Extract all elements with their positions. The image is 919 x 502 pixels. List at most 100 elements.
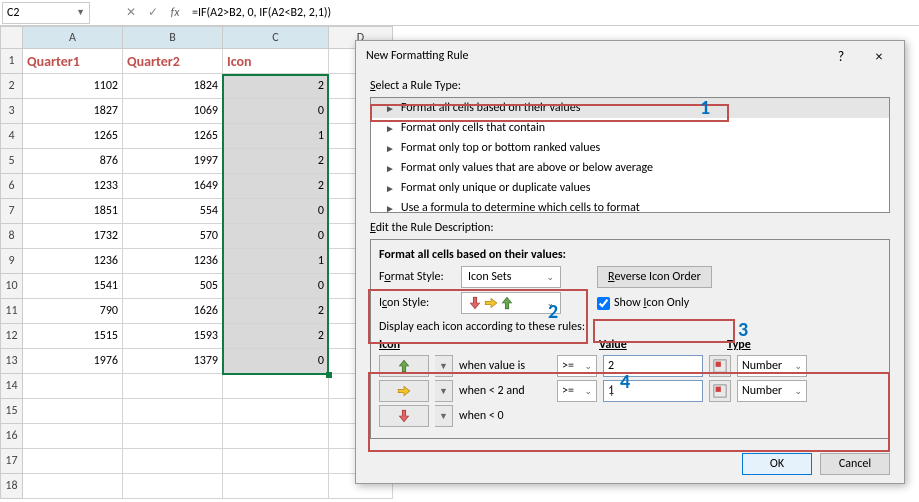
cell-C11[interactable]: 2 — [223, 299, 329, 324]
cell-B17[interactable] — [123, 449, 223, 474]
icon-picker-chevron-2[interactable]: ▼ — [435, 405, 453, 427]
cell-A5[interactable]: 876 — [23, 149, 123, 174]
dialog-titlebar[interactable]: New Formatting Rule ? × — [356, 41, 904, 71]
rule-type-item-2[interactable]: ►Format only top or bottom ranked values — [371, 138, 889, 158]
cell-C7[interactable]: 0 — [223, 199, 329, 224]
value-input-0[interactable]: 2 — [603, 355, 703, 377]
rule-type-item-4[interactable]: ►Format only unique or duplicate values — [371, 178, 889, 198]
cell-A12[interactable]: 1515 — [23, 324, 123, 349]
rule-type-item-3[interactable]: ►Format only values that are above or be… — [371, 158, 889, 178]
cell-C1[interactable]: Icon — [223, 49, 329, 74]
fill-handle[interactable] — [326, 372, 332, 378]
cell-A4[interactable]: 1265 — [23, 124, 123, 149]
row-header-1[interactable]: 1 — [1, 49, 23, 74]
range-picker-icon-1[interactable] — [709, 380, 731, 402]
row-header-18[interactable]: 18 — [1, 474, 23, 499]
range-picker-icon-0[interactable] — [709, 355, 731, 377]
cell-B6[interactable]: 1649 — [123, 174, 223, 199]
cell-B9[interactable]: 1236 — [123, 249, 223, 274]
cell-A6[interactable]: 1233 — [23, 174, 123, 199]
formula-input[interactable]: =IF(A2>B2, 0, IF(A2<B2, 2,1)) — [186, 2, 917, 24]
cell-C2[interactable]: 2 — [223, 74, 329, 99]
cell-A17[interactable] — [23, 449, 123, 474]
cell-B5[interactable]: 1997 — [123, 149, 223, 174]
format-style-dropdown[interactable]: Icon Sets ⌄ — [461, 266, 561, 288]
type-dropdown-0[interactable]: Number⌄ — [737, 355, 807, 377]
row-header-6[interactable]: 6 — [1, 174, 23, 199]
close-icon[interactable]: × — [864, 48, 894, 65]
cell-C15[interactable] — [223, 399, 329, 424]
row-header-2[interactable]: 2 — [1, 74, 23, 99]
cell-A11[interactable]: 790 — [23, 299, 123, 324]
rule-type-item-0[interactable]: ►Format all cells based on their values — [371, 98, 889, 118]
cell-A2[interactable]: 1102 — [23, 74, 123, 99]
rule-type-item-1[interactable]: ►Format only cells that contain — [371, 118, 889, 138]
cell-A18[interactable] — [23, 474, 123, 499]
cell-B8[interactable]: 570 — [123, 224, 223, 249]
cell-B11[interactable]: 1626 — [123, 299, 223, 324]
row-header-12[interactable]: 12 — [1, 324, 23, 349]
cell-A3[interactable]: 1827 — [23, 99, 123, 124]
icon-picker-0[interactable] — [379, 355, 429, 377]
column-header-C[interactable]: C — [223, 27, 329, 49]
cell-A8[interactable]: 1732 — [23, 224, 123, 249]
operator-dropdown-1[interactable]: >=⌄ — [557, 380, 597, 402]
row-header-17[interactable]: 17 — [1, 449, 23, 474]
icon-picker-2[interactable] — [379, 405, 429, 427]
cell-A16[interactable] — [23, 424, 123, 449]
cell-B3[interactable]: 1069 — [123, 99, 223, 124]
row-header-9[interactable]: 9 — [1, 249, 23, 274]
cell-B18[interactable] — [123, 474, 223, 499]
cell-A14[interactable] — [23, 374, 123, 399]
cell-A10[interactable]: 1541 — [23, 274, 123, 299]
help-icon[interactable]: ? — [826, 48, 856, 65]
cell-C4[interactable]: 1 — [223, 124, 329, 149]
cell-B12[interactable]: 1593 — [123, 324, 223, 349]
icon-style-dropdown[interactable]: ⌄ — [461, 292, 561, 314]
cell-B7[interactable]: 554 — [123, 199, 223, 224]
row-header-4[interactable]: 4 — [1, 124, 23, 149]
cell-B1[interactable]: Quarter2 — [123, 49, 223, 74]
row-header-3[interactable]: 3 — [1, 99, 23, 124]
cell-C14[interactable] — [223, 374, 329, 399]
cell-A7[interactable]: 1851 — [23, 199, 123, 224]
cancel-formula-icon[interactable]: ✕ — [120, 2, 142, 24]
show-icon-only-input[interactable] — [597, 297, 610, 310]
cell-B16[interactable] — [123, 424, 223, 449]
cell-A15[interactable] — [23, 399, 123, 424]
cell-A13[interactable]: 1976 — [23, 349, 123, 374]
rule-type-list[interactable]: ►Format all cells based on their values►… — [370, 97, 890, 213]
cell-C6[interactable]: 2 — [223, 174, 329, 199]
row-header-11[interactable]: 11 — [1, 299, 23, 324]
cell-C12[interactable]: 2 — [223, 324, 329, 349]
name-box[interactable]: C2 ▼ — [2, 2, 90, 24]
cell-C18[interactable] — [223, 474, 329, 499]
row-header-5[interactable]: 5 — [1, 149, 23, 174]
row-header-16[interactable]: 16 — [1, 424, 23, 449]
cell-B10[interactable]: 505 — [123, 274, 223, 299]
operator-dropdown-0[interactable]: >=⌄ — [557, 355, 597, 377]
cell-C13[interactable]: 0 — [223, 349, 329, 374]
cell-C8[interactable]: 0 — [223, 224, 329, 249]
cell-C9[interactable]: 1 — [223, 249, 329, 274]
row-header-15[interactable]: 15 — [1, 399, 23, 424]
row-header-13[interactable]: 13 — [1, 349, 23, 374]
accept-formula-icon[interactable]: ✓ — [142, 2, 164, 24]
value-input-1[interactable]: 1 — [603, 380, 703, 402]
cell-C3[interactable]: 0 — [223, 99, 329, 124]
cell-B14[interactable] — [123, 374, 223, 399]
row-header-7[interactable]: 7 — [1, 199, 23, 224]
icon-picker-chevron-1[interactable]: ▼ — [435, 380, 453, 402]
cell-B15[interactable] — [123, 399, 223, 424]
cell-B4[interactable]: 1265 — [123, 124, 223, 149]
reverse-icon-order-button[interactable]: Reverse Icon Order — [597, 266, 712, 288]
cell-B13[interactable]: 1379 — [123, 349, 223, 374]
icon-picker-chevron-0[interactable]: ▼ — [435, 355, 453, 377]
show-icon-only-checkbox[interactable]: Show Icon Only — [597, 296, 689, 310]
cell-C16[interactable] — [223, 424, 329, 449]
type-dropdown-1[interactable]: Number⌄ — [737, 380, 807, 402]
cell-C5[interactable]: 2 — [223, 149, 329, 174]
column-header-B[interactable]: B — [123, 27, 223, 49]
row-header-10[interactable]: 10 — [1, 274, 23, 299]
chevron-down-icon[interactable]: ▼ — [76, 7, 85, 18]
